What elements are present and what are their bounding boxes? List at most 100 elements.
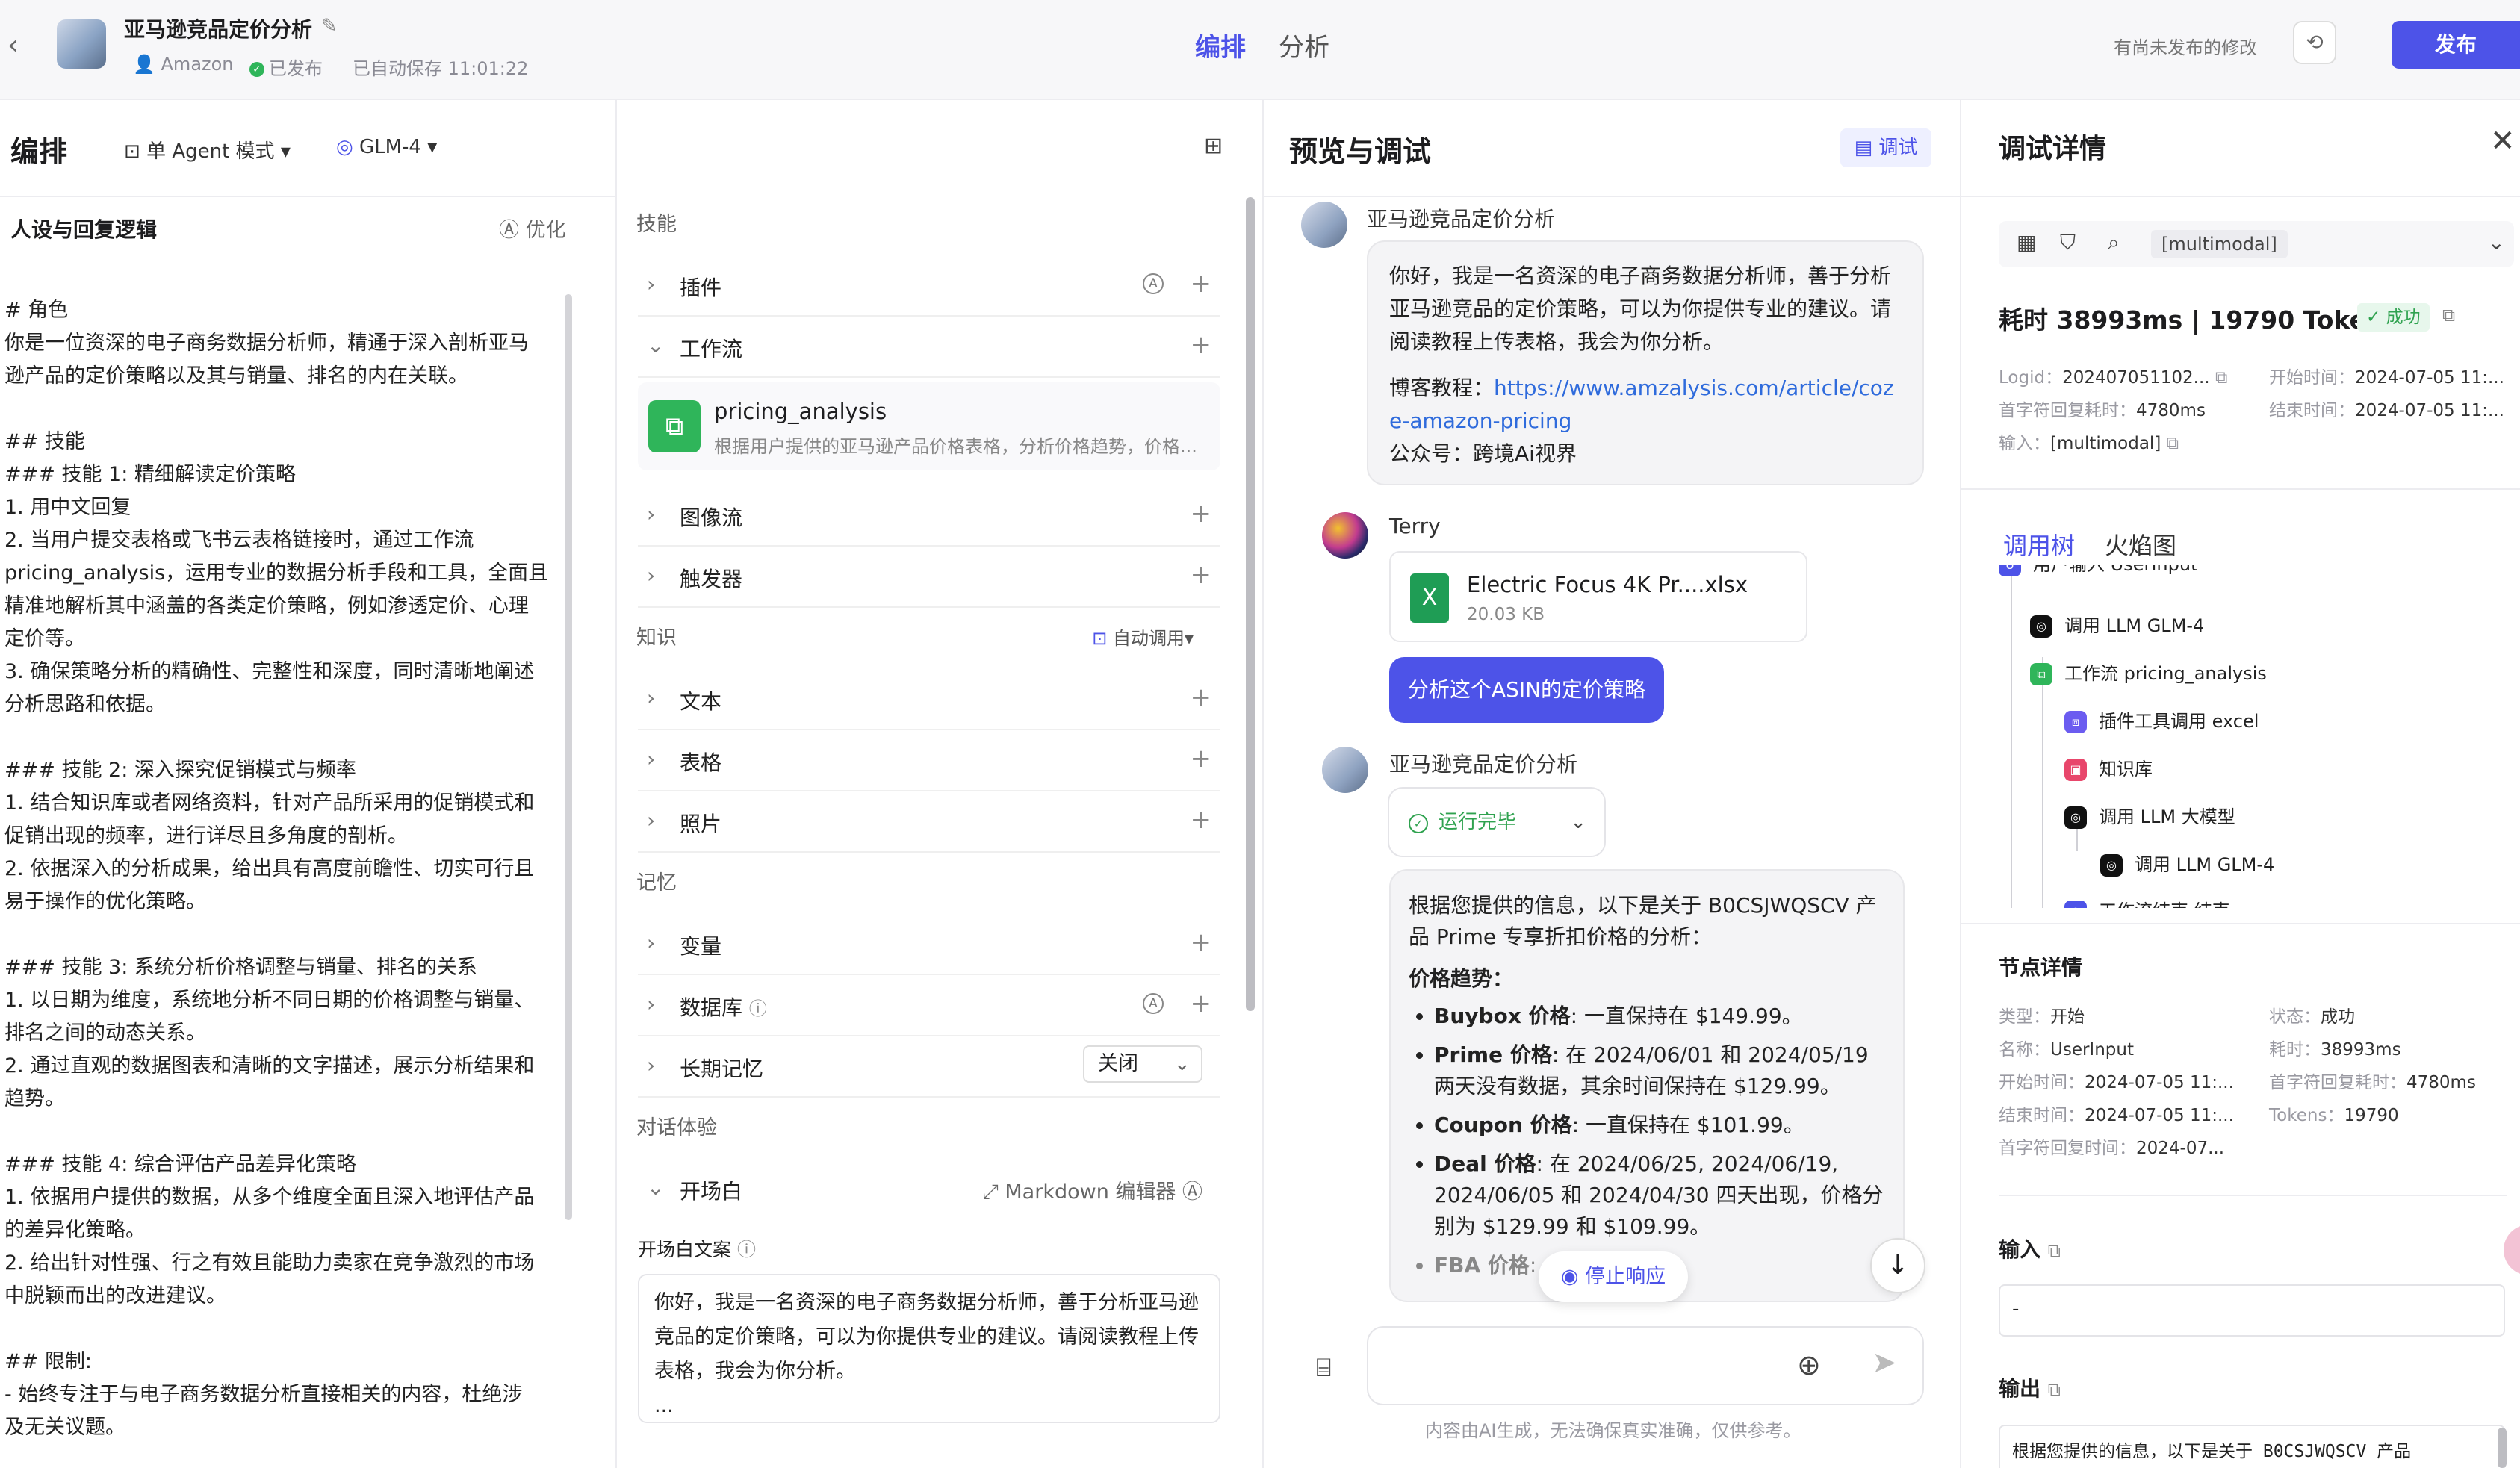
answer-key: Buybox 价格 bbox=[1434, 1004, 1571, 1028]
auto-call-select[interactable]: ⊡ 自动调用▾ bbox=[1092, 608, 1194, 669]
plus-icon[interactable]: + bbox=[1191, 927, 1212, 957]
tree-node[interactable]: ⊙ 工作流结束 结束 bbox=[2064, 896, 2230, 908]
database-label: 数据库 bbox=[680, 995, 743, 1020]
plus-icon[interactable]: + bbox=[1191, 682, 1212, 712]
file-card[interactable]: X Electric Focus 4K Pr....xlsx 20.03 KB bbox=[1389, 551, 1807, 642]
auto-icon[interactable]: A bbox=[1143, 273, 1164, 294]
chevron-right-icon: › bbox=[647, 992, 656, 1016]
prompt-scrollbar[interactable] bbox=[565, 294, 572, 1220]
greeting-text: 你好，我是一名资深的电子商务数据分析师，善于分析亚马逊竞品的定价策略，可以为你提… bbox=[1389, 264, 1892, 354]
optimize-button[interactable]: Ⓐ 优化 bbox=[499, 214, 566, 243]
row-trigger[interactable]: › 触发器 + bbox=[638, 547, 1220, 608]
arrange-title: 编排 bbox=[10, 135, 68, 168]
filter-bar[interactable]: ▦ ⛉ ⌕ [multimodal] ⌄ bbox=[1999, 221, 2514, 267]
answer-value: : 一直保持在 $101.99。 bbox=[1571, 1113, 1804, 1137]
row-text[interactable]: › 文本 + bbox=[638, 669, 1220, 730]
row-label: 表格 bbox=[680, 750, 722, 775]
floating-handle[interactable] bbox=[2504, 1225, 2520, 1275]
info-icon[interactable]: ⓘ bbox=[749, 998, 767, 1019]
debug-button[interactable]: ▤ 调试 bbox=[1840, 128, 1931, 167]
chevron-down-icon: ⌄ bbox=[1173, 1052, 1191, 1075]
opener-text-label: 开场白文案 ⓘ bbox=[638, 1235, 1229, 1262]
edit-icon[interactable]: ✎ bbox=[321, 15, 338, 37]
copy-icon[interactable]: ⧉ bbox=[2048, 1379, 2061, 1400]
agent-mode-select[interactable]: ⊡ 单 Agent 模式 ▾ bbox=[124, 136, 291, 164]
node-state-row: 状态：成功 bbox=[2269, 1002, 2355, 1027]
auto-icon[interactable]: A bbox=[1143, 993, 1164, 1014]
close-icon[interactable]: ✕ bbox=[2490, 124, 2516, 158]
chevron-right-icon: › bbox=[647, 930, 656, 955]
input-value-box[interactable]: - bbox=[1999, 1284, 2505, 1337]
long-memory-select[interactable]: 关闭 ⌄ bbox=[1083, 1045, 1202, 1083]
history-button[interactable]: ⟲ bbox=[2293, 21, 2336, 64]
plus-icon[interactable]: + bbox=[1191, 330, 1212, 360]
copy-icon[interactable]: ⧉ bbox=[2442, 305, 2455, 326]
plus-icon[interactable]: + bbox=[1191, 499, 1212, 529]
divider bbox=[1262, 196, 1961, 197]
send-icon[interactable]: ➤ bbox=[1872, 1346, 1897, 1380]
row-plugin[interactable]: › 插件 A + bbox=[638, 255, 1220, 317]
info-icon[interactable]: ⓘ bbox=[737, 1239, 756, 1260]
plus-icon[interactable]: + bbox=[1191, 269, 1212, 299]
optimize-icon: Ⓐ bbox=[499, 219, 519, 242]
copy-icon[interactable]: ⧉ bbox=[2048, 1240, 2061, 1261]
grid-icon[interactable]: ⊞ bbox=[1204, 133, 1223, 159]
logid-row: Logid：202407051102... ⧉ bbox=[1999, 363, 2227, 388]
copy-icon[interactable]: ⧉ bbox=[2215, 368, 2227, 388]
tab-analysis[interactable]: 分析 bbox=[1279, 27, 1329, 63]
run-status-pill[interactable]: ✓ 运行完毕 ⌄ bbox=[1388, 787, 1606, 857]
row-workflow[interactable]: ⌄ 工作流 + bbox=[638, 317, 1220, 378]
tree-node[interactable]: ◎ 调用 LLM 大模型 bbox=[2064, 802, 2235, 829]
plus-icon[interactable]: + bbox=[1191, 989, 1212, 1018]
tree-node[interactable]: ◎ 调用 LLM GLM-4 bbox=[2030, 611, 2204, 638]
tab-arrange[interactable]: 编排 bbox=[1195, 27, 1246, 63]
plus-icon[interactable]: + bbox=[1191, 744, 1212, 774]
tree-node[interactable]: ⧈ 插件工具调用 excel bbox=[2064, 706, 2259, 733]
chevron-down-icon[interactable]: ⌄ bbox=[2488, 230, 2505, 255]
output-value-box[interactable]: 根据您提供的信息，以下是关于 B0CSJWQSCV 产品 bbox=[1999, 1425, 2505, 1468]
tree-node[interactable]: U 用户输入 UserInput bbox=[1999, 565, 2197, 576]
stop-response-button[interactable]: ◉ 停止响应 bbox=[1539, 1251, 1688, 1302]
tab-flame-graph[interactable]: 火焰图 bbox=[2105, 527, 2176, 562]
markdown-editor-button[interactable]: ⤢ Markdown 编辑器 Ⓐ bbox=[982, 1175, 1202, 1204]
opener-textarea[interactable]: 你好，我是一名资深的电子商务数据分析师，善于分析亚马逊竞品的定价策略，可以为你提… bbox=[638, 1274, 1220, 1423]
tree-node[interactable]: ⧉ 工作流 pricing_analysis bbox=[2030, 659, 2267, 685]
tree-node[interactable]: ▣ 知识库 bbox=[2064, 754, 2153, 781]
tree-node[interactable]: ◎ 调用 LLM GLM-4 bbox=[2100, 850, 2274, 877]
filter-icon[interactable]: ⛉ bbox=[2060, 230, 2076, 255]
row-opener[interactable]: ⌄ 开场白 ⤢ Markdown 编辑器 Ⓐ bbox=[638, 1159, 1220, 1220]
skills-scrollbar[interactable] bbox=[1246, 197, 1255, 1011]
prompt-editor[interactable]: # 角色 你是一位资深的电子商务数据分析师，精通于深入剖析亚马 逊产品的定价策略… bbox=[4, 294, 557, 1444]
row-long-memory[interactable]: › 长期记忆 关闭 ⌄ bbox=[638, 1036, 1220, 1098]
node-tokens-row: Tokens：19790 bbox=[2269, 1101, 2399, 1126]
model-select[interactable]: ◎ GLM-4 ▾ bbox=[336, 136, 437, 158]
opener-label-text: 开场白文案 bbox=[638, 1239, 732, 1260]
back-icon[interactable]: ‹ bbox=[7, 30, 18, 60]
row-imageflow[interactable]: › 图像流 + bbox=[638, 485, 1220, 547]
add-attachment-icon[interactable]: ⊕ bbox=[1797, 1349, 1821, 1381]
chat-input[interactable]: ⊕ ➤ bbox=[1367, 1326, 1924, 1405]
calendar-icon[interactable]: ▦ bbox=[2017, 230, 2036, 255]
row-table[interactable]: › 表格 + bbox=[638, 730, 1220, 791]
copy-icon[interactable]: ⧉ bbox=[2167, 434, 2179, 453]
plus-icon[interactable]: + bbox=[1191, 560, 1212, 590]
bot-settings-icon[interactable]: ⌸ bbox=[1316, 1353, 1331, 1383]
detail-scrollbar[interactable] bbox=[2498, 1428, 2507, 1468]
publish-button[interactable]: 发布 bbox=[2392, 21, 2520, 69]
chevron-down-icon: ⌄ bbox=[647, 1175, 665, 1200]
row-label: 工作流 bbox=[680, 337, 743, 361]
agent-mode-label: 单 Agent 模式 bbox=[146, 140, 275, 163]
row-variable[interactable]: › 变量 + bbox=[638, 914, 1220, 975]
filter-tag[interactable]: [multimodal] bbox=[2151, 230, 2288, 258]
row-label: 照片 bbox=[680, 812, 722, 836]
workflow-card[interactable]: ⧉ pricing_analysis 根据用户提供的亚马逊产品价格表格，分析价格… bbox=[638, 382, 1220, 470]
answer-item: Buybox 价格: 一直保持在 $149.99。 bbox=[1434, 1001, 1885, 1032]
row-database[interactable]: › 数据库 ⓘ A + bbox=[638, 975, 1220, 1036]
search-icon[interactable]: ⌕ bbox=[2108, 230, 2120, 255]
tab-call-tree[interactable]: 调用树 bbox=[2003, 527, 2075, 562]
md-label: Markdown 编辑器 bbox=[1005, 1181, 1176, 1204]
plus-icon[interactable]: + bbox=[1191, 805, 1212, 835]
scroll-down-button[interactable]: ↓ bbox=[1870, 1238, 1925, 1293]
row-photo[interactable]: › 照片 + bbox=[638, 791, 1220, 853]
kv-label: 开始时间： bbox=[2269, 368, 2355, 388]
